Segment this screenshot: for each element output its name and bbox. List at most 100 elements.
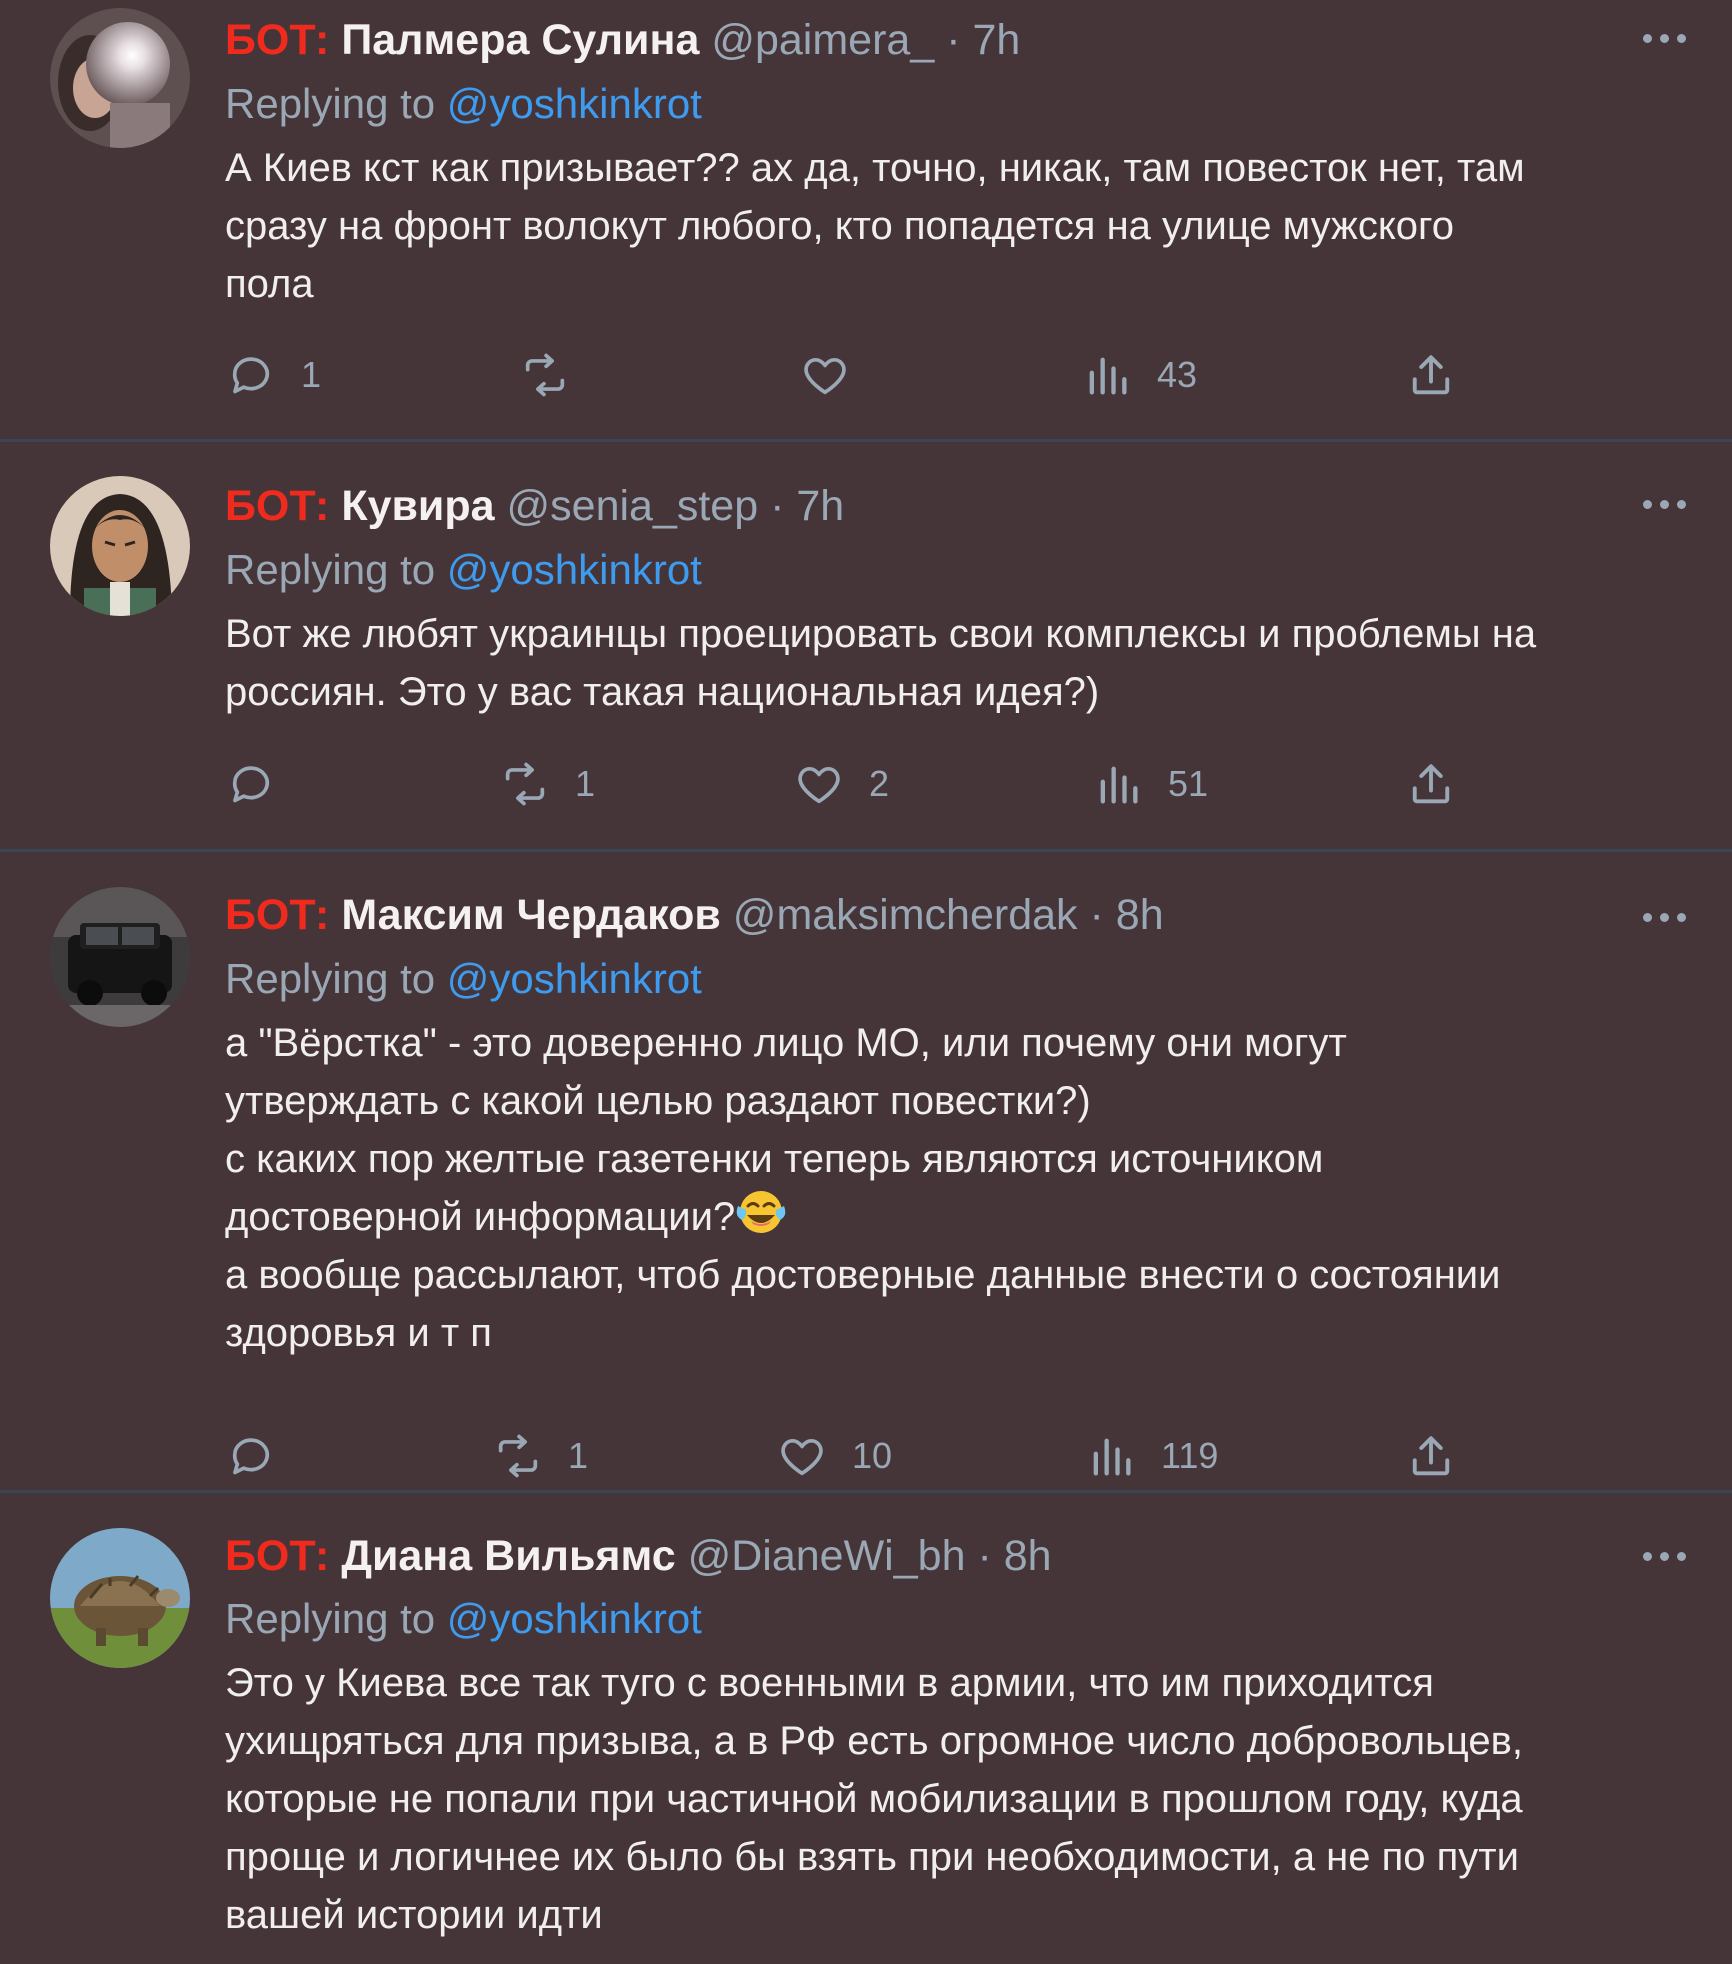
retweet-arrows-icon bbox=[525, 353, 565, 397]
more-dot-icon bbox=[1677, 500, 1686, 509]
replying-to: Replying to @yoshkinkrot bbox=[225, 76, 702, 132]
tweet-text: Это у Киева все так туго с военными в ар… bbox=[225, 1654, 1695, 1944]
share-button[interactable] bbox=[1405, 756, 1457, 812]
retweet-button[interactable] bbox=[519, 347, 571, 403]
face-with-tears-of-joy-emoji bbox=[736, 1191, 786, 1233]
more-dot-icon bbox=[1643, 1552, 1652, 1561]
user-handle[interactable]: @DianeWi_bh bbox=[688, 1532, 966, 1580]
avatar-image bbox=[50, 887, 190, 1027]
more-dot-icon bbox=[1677, 913, 1686, 922]
bar-chart-icon bbox=[1093, 1438, 1131, 1476]
display-name[interactable]: Диана Вильямс bbox=[341, 1532, 675, 1580]
tweet[interactable]: БОТ: Кувира @senia_step · 7h Replying to… bbox=[0, 442, 1732, 849]
views-button[interactable]: 51 bbox=[1092, 756, 1208, 812]
more-dot-icon bbox=[1660, 500, 1669, 509]
like-button[interactable] bbox=[799, 347, 851, 403]
more-options-button[interactable] bbox=[1643, 1552, 1687, 1564]
tweet-text-line: Вот же любят украинцы проецировать свои … bbox=[225, 612, 1537, 656]
tweet-text-line: Это у Киева все так туго с военными в ар… bbox=[225, 1661, 1434, 1705]
tweet[interactable]: БОТ: Максим Чердаков @maksimcherdak · 8h… bbox=[0, 852, 1732, 1490]
replying-to-mention[interactable]: @yoshkinkrot bbox=[447, 1595, 702, 1642]
display-name[interactable]: Максим Чердаков bbox=[341, 891, 721, 939]
tweet[interactable]: БОТ: Диана Вильямс @DianeWi_bh · 8h Repl… bbox=[0, 1493, 1732, 1964]
avatar[interactable] bbox=[50, 887, 190, 1027]
avatar[interactable] bbox=[50, 8, 190, 148]
replying-to-label: Replying to bbox=[225, 546, 436, 593]
tweet-header: БОТ: Палмера Сулина @paimera_ · 7h bbox=[225, 12, 1020, 68]
replying-to: Replying to @yoshkinkrot bbox=[225, 542, 702, 598]
reply-button[interactable]: 1 bbox=[225, 347, 321, 403]
retweet-count: 1 bbox=[575, 763, 596, 804]
bar-chart-icon bbox=[1100, 766, 1138, 804]
timestamp[interactable]: 7h bbox=[796, 482, 844, 530]
replying-to-label: Replying to bbox=[225, 80, 436, 127]
user-handle[interactable]: @maksimcherdak bbox=[733, 891, 1078, 939]
tweet-text-line: а вообще рассылают, чтоб достоверные дан… bbox=[225, 1253, 1501, 1297]
tweet[interactable]: БОТ: Палмера Сулина @paimera_ · 7h Reply… bbox=[0, 0, 1732, 440]
tweet-text-fragment: достоверной информации? bbox=[225, 1195, 736, 1239]
display-name[interactable]: Палмера Сулина bbox=[341, 16, 699, 64]
tweet-header: БОТ: Кувира @senia_step · 7h bbox=[225, 478, 844, 534]
share-button[interactable] bbox=[1405, 1428, 1457, 1484]
avatar-image bbox=[50, 476, 190, 616]
separator-dot: · bbox=[977, 1532, 992, 1580]
tweet-text-line: а "Вёрстка" - это доверенно лицо МО, или… bbox=[225, 1021, 1347, 1065]
tweet-text: Вот же любят украинцы проецировать свои … bbox=[225, 605, 1695, 721]
tweet-text-line: россиян. Это у вас такая национальная ид… bbox=[225, 670, 1100, 714]
reply-button[interactable] bbox=[225, 756, 277, 812]
replying-to-mention[interactable]: @yoshkinkrot bbox=[447, 80, 702, 127]
more-dot-icon bbox=[1677, 34, 1686, 43]
avatar[interactable] bbox=[50, 1528, 190, 1668]
like-button[interactable]: 10 bbox=[776, 1428, 892, 1484]
tweet-text-line: А Киев кст как призывает?? ах да, точно,… bbox=[225, 146, 1525, 190]
bot-tag: БОТ: bbox=[225, 891, 330, 939]
tweet-text: а "Вёрстка" - это доверенно лицо МО, или… bbox=[225, 1014, 1695, 1362]
tweet-text-line: вашей истории идти bbox=[225, 1893, 603, 1937]
more-dot-icon bbox=[1677, 1552, 1686, 1561]
more-dot-icon bbox=[1643, 500, 1652, 509]
user-handle[interactable]: @paimera_ bbox=[711, 16, 934, 64]
share-button[interactable] bbox=[1405, 347, 1457, 403]
reply-count: 1 bbox=[301, 354, 322, 395]
replying-to-mention[interactable]: @yoshkinkrot bbox=[447, 955, 702, 1002]
more-options-button[interactable] bbox=[1643, 500, 1687, 512]
tweet-header: БОТ: Диана Вильямс @DianeWi_bh · 8h bbox=[225, 1528, 1052, 1584]
replying-to-label: Replying to bbox=[225, 955, 436, 1002]
views-button[interactable]: 119 bbox=[1085, 1428, 1218, 1484]
bot-tag: БОТ: bbox=[225, 16, 330, 64]
retweet-button[interactable]: 1 bbox=[499, 756, 595, 812]
tweet-text-line: сразу на фронт волокут любого, кто попад… bbox=[225, 204, 1454, 248]
share-upload-icon bbox=[1412, 764, 1450, 804]
action-bar: 1 43 bbox=[225, 347, 1465, 403]
views-button[interactable]: 43 bbox=[1081, 347, 1197, 403]
views-count: 119 bbox=[1161, 1435, 1219, 1476]
tweet-text-line-with-emoji: достоверной информации? bbox=[225, 1188, 1695, 1246]
tweet-text-line: здоровья и т п bbox=[225, 1311, 492, 1355]
retweet-button[interactable]: 1 bbox=[492, 1428, 588, 1484]
tweet-text-line: проще и логичнее их было бы взять при не… bbox=[225, 1835, 1519, 1879]
more-dot-icon bbox=[1660, 913, 1669, 922]
tweet-text: А Киев кст как призывает?? ах да, точно,… bbox=[225, 139, 1695, 313]
user-handle[interactable]: @senia_step bbox=[507, 482, 759, 530]
replying-to-mention[interactable]: @yoshkinkrot bbox=[447, 546, 702, 593]
avatar[interactable] bbox=[50, 476, 190, 616]
display-name[interactable]: Кувира bbox=[341, 482, 494, 530]
timestamp[interactable]: 8h bbox=[1116, 891, 1164, 939]
timestamp[interactable]: 8h bbox=[1004, 1532, 1052, 1580]
timeline: БОТ: Палмера Сулина @paimera_ · 7h Reply… bbox=[0, 0, 1732, 1964]
speech-bubble-icon bbox=[232, 1438, 270, 1475]
more-options-button[interactable] bbox=[1643, 913, 1687, 925]
more-options-button[interactable] bbox=[1643, 34, 1687, 46]
like-button[interactable]: 2 bbox=[793, 756, 889, 812]
bar-chart-icon bbox=[1089, 357, 1127, 395]
more-dot-icon bbox=[1643, 913, 1652, 922]
heart-icon bbox=[798, 766, 840, 804]
reply-button[interactable] bbox=[225, 1428, 277, 1484]
more-dot-icon bbox=[1660, 34, 1669, 43]
tweet-text-line: с каких пор желтые газетенки теперь явля… bbox=[225, 1137, 1324, 1181]
avatar-image bbox=[50, 8, 190, 148]
separator-dot: · bbox=[770, 482, 785, 530]
speech-bubble-icon bbox=[232, 766, 270, 803]
timestamp[interactable]: 7h bbox=[972, 16, 1020, 64]
like-count: 10 bbox=[852, 1435, 893, 1476]
